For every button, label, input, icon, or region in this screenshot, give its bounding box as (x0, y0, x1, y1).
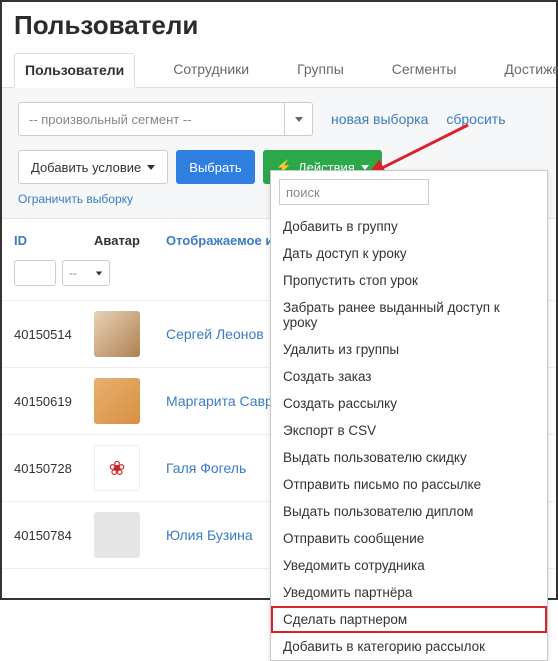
select-button[interactable]: Выбрать (176, 150, 254, 184)
page-title: Пользователи (2, 2, 556, 53)
filter-avatar-select[interactable]: -- (62, 260, 110, 286)
limit-selection-link[interactable]: Ограничить выборку (18, 192, 133, 206)
dropdown-item[interactable]: Забрать ранее выданный доступ к уроку (271, 294, 547, 336)
dropdown-item[interactable]: Выдать пользователю скидку (271, 444, 547, 471)
select-label: Выбрать (189, 160, 241, 175)
row-name-link[interactable]: Галя Фогель (166, 460, 246, 476)
row-id: 40150619 (14, 394, 94, 409)
filter-avatar-placeholder: -- (69, 266, 77, 280)
avatar (94, 445, 166, 491)
avatar (94, 311, 166, 357)
dropdown-item[interactable]: Создать заказ (271, 363, 547, 390)
dropdown-item[interactable]: Отправить письмо по рассылке (271, 471, 547, 498)
dropdown-item[interactable]: Уведомить сотрудника (271, 552, 547, 579)
row-name-link[interactable]: Юлия Бузина (166, 527, 253, 543)
chevron-down-icon (96, 271, 102, 275)
dropdown-item[interactable]: Удалить из группы (271, 336, 547, 363)
segment-placeholder: -- произвольный сегмент -- (19, 112, 284, 127)
dropdown-item[interactable]: Отправить сообщение (271, 525, 547, 552)
tab-segments[interactable]: Сегменты (382, 53, 467, 87)
col-avatar: Аватар (94, 233, 166, 248)
avatar (94, 378, 166, 424)
dropdown-item[interactable]: Добавить в группу (271, 213, 547, 240)
chevron-down-icon (284, 103, 312, 135)
dropdown-item[interactable]: Сделать партнером (271, 606, 547, 633)
dropdown-item[interactable]: Дать доступ к уроку (271, 240, 547, 267)
dropdown-item[interactable]: Экспорт в CSV (271, 417, 547, 444)
reset-link[interactable]: сбросить (446, 111, 505, 127)
new-selection-link[interactable]: новая выборка (331, 111, 428, 127)
dropdown-item[interactable]: Добавить в категорию рассылок (271, 633, 547, 660)
dropdown-item[interactable]: Пропустить стоп урок (271, 267, 547, 294)
avatar (94, 512, 166, 558)
dropdown-search-input[interactable]: поиск (279, 179, 429, 205)
segment-select[interactable]: -- произвольный сегмент -- (18, 102, 313, 136)
col-id[interactable]: ID (14, 233, 94, 248)
chevron-down-icon (147, 165, 155, 170)
add-condition-label: Добавить условие (31, 160, 141, 175)
tabs: Пользователи Сотрудники Группы Сегменты … (2, 53, 556, 88)
tab-employees[interactable]: Сотрудники (163, 53, 259, 87)
chevron-down-icon (361, 165, 369, 170)
dropdown-item[interactable]: Уведомить партнёра (271, 579, 547, 606)
add-condition-button[interactable]: Добавить условие (18, 150, 168, 184)
row-id: 40150514 (14, 327, 94, 342)
dropdown-item[interactable]: Выдать пользователю диплом (271, 498, 547, 525)
filter-id-input[interactable] (14, 260, 56, 286)
dropdown-item[interactable]: Создать рассылку (271, 390, 547, 417)
row-name-link[interactable]: Сергей Леонов (166, 326, 264, 342)
tab-groups[interactable]: Группы (287, 53, 354, 87)
tab-achievements[interactable]: Достижения (494, 53, 558, 87)
row-id: 40150784 (14, 528, 94, 543)
tab-users[interactable]: Пользователи (14, 53, 135, 88)
row-id: 40150728 (14, 461, 94, 476)
dropdown-search-placeholder: поиск (286, 185, 320, 200)
actions-dropdown: поиск Добавить в группуДать доступ к уро… (270, 170, 548, 661)
